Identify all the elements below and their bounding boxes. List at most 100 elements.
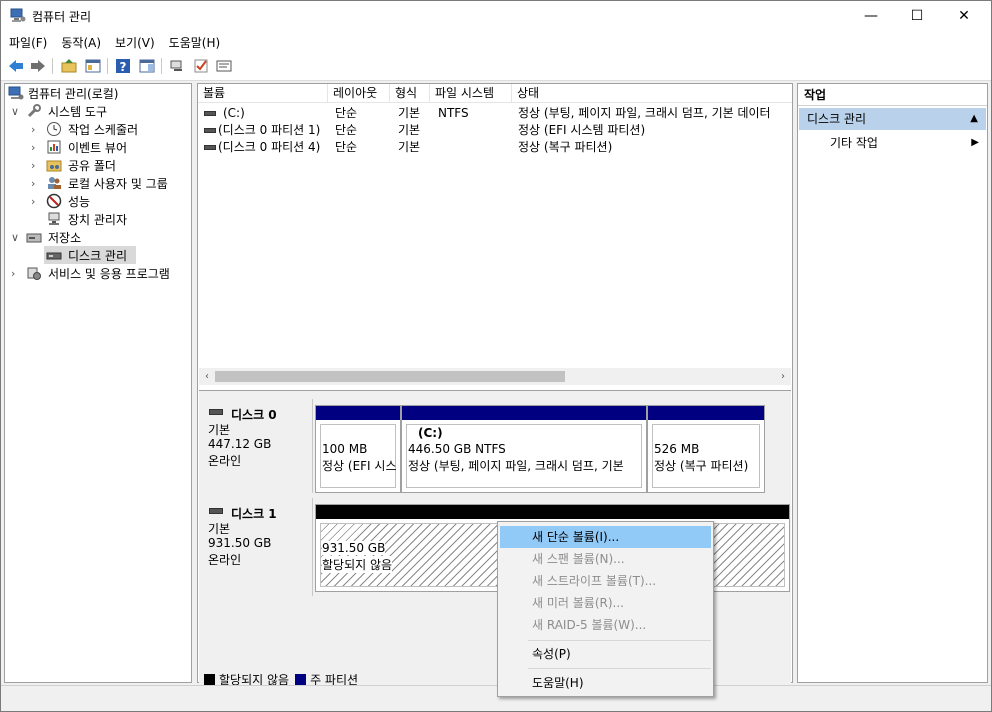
layout-cell: 단순 [335,140,358,154]
computer-management-icon [8,86,24,100]
tree-item-system-tools[interactable]: ∨ 시스템 도구 [5,102,191,120]
title-bar: 컴퓨터 관리 — ☐ ✕ [1,1,991,31]
device-manager-icon [48,212,60,225]
menu-view[interactable]: 보기(V) [109,34,161,51]
maximize-button[interactable]: ☐ [894,1,940,31]
disk-name: 디스크 0 [231,408,277,422]
partition-status: 할당되지 않음 [322,556,393,573]
scroll-left-icon[interactable]: ‹ [199,368,215,385]
section-label: 디스크 관리 [807,112,867,126]
menu-item-new-raid5-volume[interactable]: 새 RAID-5 볼륨(W)... [500,614,711,636]
type-cell: 기본 [398,106,421,120]
up-folder-icon[interactable] [60,57,78,75]
scrollbar-thumb[interactable] [215,371,565,382]
legend-primary-swatch [295,674,307,685]
scroll-right-icon[interactable]: › [775,368,791,385]
table-row[interactable]: (디스크 0 파티션 1) 단순 기본 정상 (EFI 시스템 파티션) [198,122,792,139]
tree-label: 작업 스케줄러 [68,122,139,137]
volume-drive-icon [204,128,216,133]
tree-item-event-viewer[interactable]: › 이벤트 뷰어 [5,138,191,156]
partition-c[interactable]: (C:) 446.50 GB NTFS 정상 (부팅, 페이지 파일, 크래시 … [401,405,647,493]
table-row[interactable]: (C:) 단순 기본 NTFS 정상 (부팅, 페이지 파일, 크래시 덤프, … [198,105,792,122]
tree-item-performance[interactable]: › 성능 [5,192,191,210]
column-header-layout[interactable]: 레이아웃 [328,84,390,103]
partition-size: 446.50 GB NTFS [408,442,506,456]
chevron-right-icon[interactable]: › [31,177,41,190]
chevron-down-icon[interactable]: ∨ [11,231,21,244]
more-actions[interactable]: 기타 작업 ▶ [798,133,987,153]
disk-icon [209,508,223,514]
menu-item-properties[interactable]: 속성(P) [500,643,711,665]
disk-size: 447.12 GB [208,437,272,451]
svg-text:?: ? [120,60,127,74]
tree-label: 서비스 및 응용 프로그램 [48,266,170,281]
column-header-volume[interactable]: 볼륨 [198,84,328,103]
chevron-right-icon[interactable]: › [31,195,41,208]
actions-pane: 작업 디스크 관리 ▲ 기타 작업 ▶ [797,83,988,683]
partition-recovery[interactable]: 526 MB 정상 (복구 파티션) [647,405,765,493]
forward-icon[interactable] [29,57,47,75]
tree-item-local-users-groups[interactable]: › 로컬 사용자 및 그룹 [5,174,191,192]
tree-label: 성능 [68,194,91,209]
menu-item-new-simple-volume[interactable]: 새 단순 볼륨(I)... [500,526,711,548]
help-icon[interactable]: ? [114,57,132,75]
tree-label: 공유 폴더 [68,158,116,173]
column-header-file-system[interactable]: 파일 시스템 [430,84,512,103]
chevron-right-icon[interactable]: › [31,141,41,154]
connect-icon[interactable] [168,57,186,75]
disk-1-info[interactable]: 디스크 1 기본 931.50 GB 온라인 [199,498,313,596]
close-button[interactable]: ✕ [941,1,987,31]
table-row[interactable]: (디스크 0 파티션 4) 단순 기본 정상 (복구 파티션) [198,139,792,156]
tree-item-storage[interactable]: ∨ 저장소 [5,228,191,246]
column-header-type[interactable]: 형식 [390,84,430,103]
toolbar: ? [1,53,991,81]
chevron-down-icon[interactable]: ∨ [11,105,21,118]
computer-management-window: 컴퓨터 관리 — ☐ ✕ 파일(F) 동작(A) 보기(V) 도움말(H) ? … [0,0,992,712]
horizontal-scrollbar[interactable]: ‹ › [199,368,791,385]
menu-separator [528,640,711,641]
primary-partition-bar [402,406,646,420]
partition-efi[interactable]: 100 MB 정상 (EFI 시스 [315,405,401,493]
menu-action[interactable]: 동작(A) [55,34,107,51]
tree-item-shared-folders[interactable]: › 공유 폴더 [5,156,191,174]
menu-item-new-mirrored-volume[interactable]: 새 미러 볼륨(R)... [500,592,711,614]
show-hide-tree-icon[interactable] [84,57,102,75]
collapse-icon[interactable]: ▲ [970,108,978,130]
disk-size: 931.50 GB [208,536,272,550]
toolbar-separator [52,58,53,74]
tree-label: 컴퓨터 관리(로컬) [28,86,119,101]
chevron-right-icon[interactable]: › [11,267,21,280]
show-action-pane-icon[interactable] [138,57,156,75]
type-cell: 기본 [398,123,421,137]
properties-icon[interactable] [215,57,233,75]
column-header-status[interactable]: 상태 [512,84,792,103]
actions-section-disk-management[interactable]: 디스크 관리 ▲ [799,108,986,130]
menu-file[interactable]: 파일(F) [3,34,53,51]
tree-label: 이벤트 뷰어 [68,140,128,155]
tree-label: 디스크 관리 [68,248,128,263]
back-icon[interactable] [7,57,25,75]
tree-item-computer-management[interactable]: 컴퓨터 관리(로컬) [5,84,191,102]
menu-item-new-spanned-volume[interactable]: 새 스팬 볼륨(N)... [500,548,711,570]
menu-item-new-striped-volume[interactable]: 새 스트라이프 볼륨(T)... [500,570,711,592]
chevron-right-icon[interactable]: › [31,159,41,172]
disk-0-info[interactable]: 디스크 0 기본 447.12 GB 온라인 [199,399,313,493]
toolbar-separator [107,58,108,74]
tree-item-task-scheduler[interactable]: › 작업 스케줄러 [5,120,191,138]
tree-item-services-applications[interactable]: › 서비스 및 응용 프로그램 [5,264,191,282]
volume-list-header: 볼륨 레이아웃 형식 파일 시스템 상태 [198,84,792,103]
event-viewer-icon [47,140,61,154]
check-icon[interactable] [192,57,210,75]
fs-cell: NTFS [438,106,469,120]
menu-help[interactable]: 도움말(H) [163,34,227,51]
partition-size: 100 MB [322,442,368,456]
type-cell: 기본 [398,140,421,154]
actions-title: 작업 [798,84,987,106]
tree-item-device-manager[interactable]: 장치 관리자 [5,210,191,228]
menu-item-help[interactable]: 도움말(H) [500,672,711,694]
tree-item-disk-management[interactable]: 디스크 관리 [5,246,191,264]
tree-label: 저장소 [48,230,82,245]
chevron-right-icon[interactable]: › [31,123,41,136]
partition-body [320,424,396,488]
minimize-button[interactable]: — [848,1,894,31]
